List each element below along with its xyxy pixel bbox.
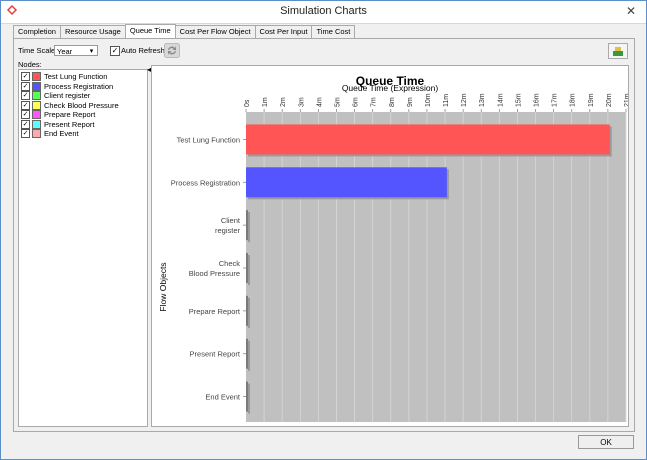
y-tick-label: Test Lung Function (177, 135, 240, 144)
export-chart-icon[interactable] (608, 43, 628, 59)
y-tick-label: Client register (215, 216, 241, 235)
nodes-label: Nodes: (18, 60, 42, 69)
node-checkbox[interactable]: ✓ (21, 72, 30, 81)
node-label: Present Report (44, 119, 95, 129)
x-tick-label: 2m (280, 97, 287, 107)
plot-area (246, 112, 626, 422)
node-checkbox[interactable]: ✓ (21, 81, 30, 91)
tab-time-cost[interactable]: Time Cost (311, 25, 356, 38)
x-tick-label: 12m (461, 93, 468, 107)
time-scale-label: Time Scale: (18, 46, 58, 55)
x-tick-label: 9m (407, 97, 414, 107)
node-item-end-event[interactable]: ✓ End Event (21, 129, 79, 138)
x-tick-label: 7m (371, 97, 378, 107)
tab-completion[interactable]: Completion (13, 25, 61, 38)
node-checkbox[interactable]: ✓ (21, 129, 30, 138)
simulation-charts-window: Simulation Charts ✕ Completion Resource … (0, 0, 647, 460)
bar-process-registration (246, 167, 447, 198)
node-label: End Event (44, 129, 79, 138)
x-tick-label: 11m (443, 94, 450, 107)
x-tick-label: 5m (334, 97, 341, 107)
node-label: Client register (44, 91, 91, 100)
node-label: Process Registration (44, 81, 114, 91)
color-swatch (32, 91, 41, 100)
window-title: Simulation Charts (280, 5, 367, 17)
x-axis-title: Queue Time (Expression) (342, 83, 439, 93)
title-bar: Simulation Charts ✕ (1, 1, 646, 24)
color-swatch (32, 72, 41, 81)
node-label: Prepare Report (44, 110, 96, 119)
time-scale-select[interactable]: Year ▾ (54, 45, 98, 56)
bar-test-lung-function (246, 124, 610, 155)
ok-button[interactable]: OK (578, 435, 634, 449)
x-tick-label: 19m (588, 93, 595, 107)
node-item-test-lung-function[interactable]: ✓ Test Lung Function (21, 72, 107, 81)
bar-shadow (248, 340, 250, 371)
time-scale-value: Year (57, 47, 73, 56)
bar-check-blood-pressure (246, 253, 248, 283)
x-tick-label: 15m (515, 93, 522, 107)
tab-queue-time[interactable]: Queue Time (124, 24, 176, 38)
y-tick-label: Process Registration (171, 178, 240, 187)
bar-shadow (248, 212, 250, 243)
refresh-icon[interactable] (164, 43, 180, 58)
x-tick-label: 16m (534, 93, 541, 107)
x-tick-label: 13m (479, 93, 486, 107)
y-axis-title: Flow Objects (158, 262, 168, 311)
chevron-down-icon: ▾ (89, 48, 94, 55)
bar-present-report (246, 338, 248, 369)
x-tick-label: 1m (262, 97, 269, 107)
node-checkbox[interactable]: ✓ (21, 119, 30, 129)
y-tick-label: Check Blood Pressure (189, 259, 241, 278)
color-swatch (32, 100, 41, 110)
node-label: Test Lung Function (44, 72, 108, 81)
node-item-client-register[interactable]: ✓ Client register (21, 91, 90, 100)
close-icon[interactable]: ✕ (624, 4, 638, 18)
node-label: Check Blood Pressure (44, 100, 119, 110)
x-tick-label: 10m (425, 93, 432, 107)
color-swatch (32, 81, 41, 91)
node-item-present-report[interactable]: ✓ Present Report (21, 119, 95, 129)
color-swatch (32, 110, 41, 119)
tab-cost-per-input[interactable]: Cost Per Input (254, 25, 313, 38)
color-swatch (32, 129, 41, 138)
bar-shadow (248, 255, 250, 285)
auto-refresh-label: Auto Refresh (121, 46, 165, 55)
y-tick-label: Prepare Report (189, 307, 241, 316)
x-tick-label: 21m (624, 93, 628, 107)
x-tick-label: 14m (497, 93, 504, 107)
queue-time-chart: Queue TimeQueue Time (Expression)Flow Ob… (158, 74, 628, 422)
node-checkbox[interactable]: ✓ (21, 91, 30, 100)
bar-shadow (248, 383, 250, 414)
y-tick-label: End Event (205, 393, 241, 402)
x-tick-label: 17m (552, 93, 559, 107)
tab-bar: Completion Resource Usage Queue Time Cos… (13, 24, 356, 38)
node-checkbox[interactable]: ✓ (21, 100, 30, 110)
auto-refresh-checkbox[interactable]: ✓ (110, 46, 120, 56)
x-tick-label: 6m (353, 97, 360, 107)
bar-end-event (246, 381, 248, 412)
x-tick-label: 4m (316, 97, 323, 107)
node-item-process-registration[interactable]: ✓ Process Registration (21, 81, 114, 91)
y-tick-label: Present Report (190, 350, 241, 359)
color-swatch (32, 119, 41, 129)
bar-shadow (248, 297, 250, 328)
nodes-list: ✓ Test Lung Function ✓ Process Registrat… (18, 69, 148, 427)
x-tick-label: 20m (606, 93, 613, 107)
tab-resource-usage[interactable]: Resource Usage (59, 25, 126, 38)
node-checkbox[interactable]: ✓ (21, 110, 30, 119)
x-tick-label: 8m (389, 97, 396, 107)
x-tick-label: 3m (298, 97, 305, 107)
x-tick-label: 0s (244, 99, 251, 107)
node-item-check-blood-pressure[interactable]: ✓ Check Blood Pressure (21, 100, 119, 110)
bar-client-register (246, 210, 248, 241)
chart-panel: Queue Time Queue Time (Expression) Flow Ob… (151, 65, 629, 427)
bar-prepare-report (246, 295, 248, 326)
node-item-prepare-report[interactable]: ✓ Prepare Report (21, 110, 95, 119)
x-tick-label: 18m (570, 93, 577, 107)
tab-cost-per-flow-object[interactable]: Cost Per Flow Object (174, 25, 256, 38)
tab-content: Time Scale: Year ▾ ✓ Auto Refresh Nodes:… (13, 38, 635, 432)
